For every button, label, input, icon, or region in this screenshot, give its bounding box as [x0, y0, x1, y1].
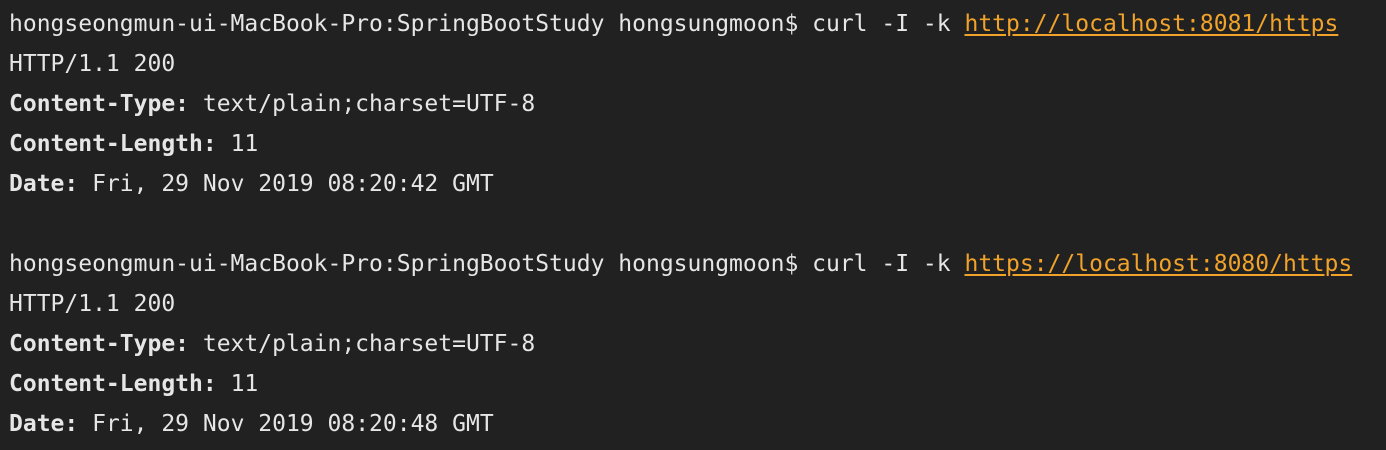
header-value: 11: [216, 131, 259, 157]
response-status: HTTP/1.1 200: [9, 291, 176, 317]
header-value: text/plain;charset=UTF-8: [189, 331, 536, 357]
terminal-window[interactable]: hongseongmun-ui-MacBook-Pro:SpringBootSt…: [0, 4, 1386, 450]
response-header-date: Date: Fri, 29 Nov 2019 08:20:42 GMT: [9, 164, 1386, 204]
header-key: Date:: [9, 411, 79, 437]
response-header-content-length: Content-Length: 11: [9, 124, 1386, 164]
header-key: Content-Length:: [9, 371, 217, 397]
response-header-content-type: Content-Type: text/plain;charset=UTF-8: [9, 84, 1386, 124]
url-link[interactable]: http://localhost:8081/https: [964, 11, 1338, 37]
response-header-date: Date: Fri, 29 Nov 2019 08:20:48 GMT: [9, 404, 1386, 444]
shell-prompt: hongseongmun-ui-MacBook-Pro:SpringBootSt…: [9, 11, 813, 37]
command-text: curl -I -k: [812, 251, 965, 277]
response-header-content-length: Content-Length: 11: [9, 364, 1386, 404]
header-key: Content-Type:: [9, 91, 190, 117]
header-key: Content-Length:: [9, 131, 217, 157]
response-header-content-type: Content-Type: text/plain;charset=UTF-8: [9, 324, 1386, 364]
header-value: Fri, 29 Nov 2019 08:20:42 GMT: [78, 171, 494, 197]
shell-prompt: hongseongmun-ui-MacBook-Pro:SpringBootSt…: [9, 251, 813, 277]
header-value: Fri, 29 Nov 2019 08:20:48 GMT: [78, 411, 494, 437]
header-key: Date:: [9, 171, 79, 197]
header-value: 11: [216, 371, 259, 397]
url-link[interactable]: https://localhost:8080/https: [964, 251, 1352, 277]
header-key: Content-Type:: [9, 331, 190, 357]
command-line[interactable]: hongseongmun-ui-MacBook-Pro:SpringBootSt…: [9, 244, 1386, 284]
response-status: HTTP/1.1 200: [9, 51, 176, 77]
header-value: text/plain;charset=UTF-8: [189, 91, 536, 117]
command-text: curl -I -k: [812, 11, 965, 37]
command-line[interactable]: hongseongmun-ui-MacBook-Pro:SpringBootSt…: [9, 4, 1386, 44]
